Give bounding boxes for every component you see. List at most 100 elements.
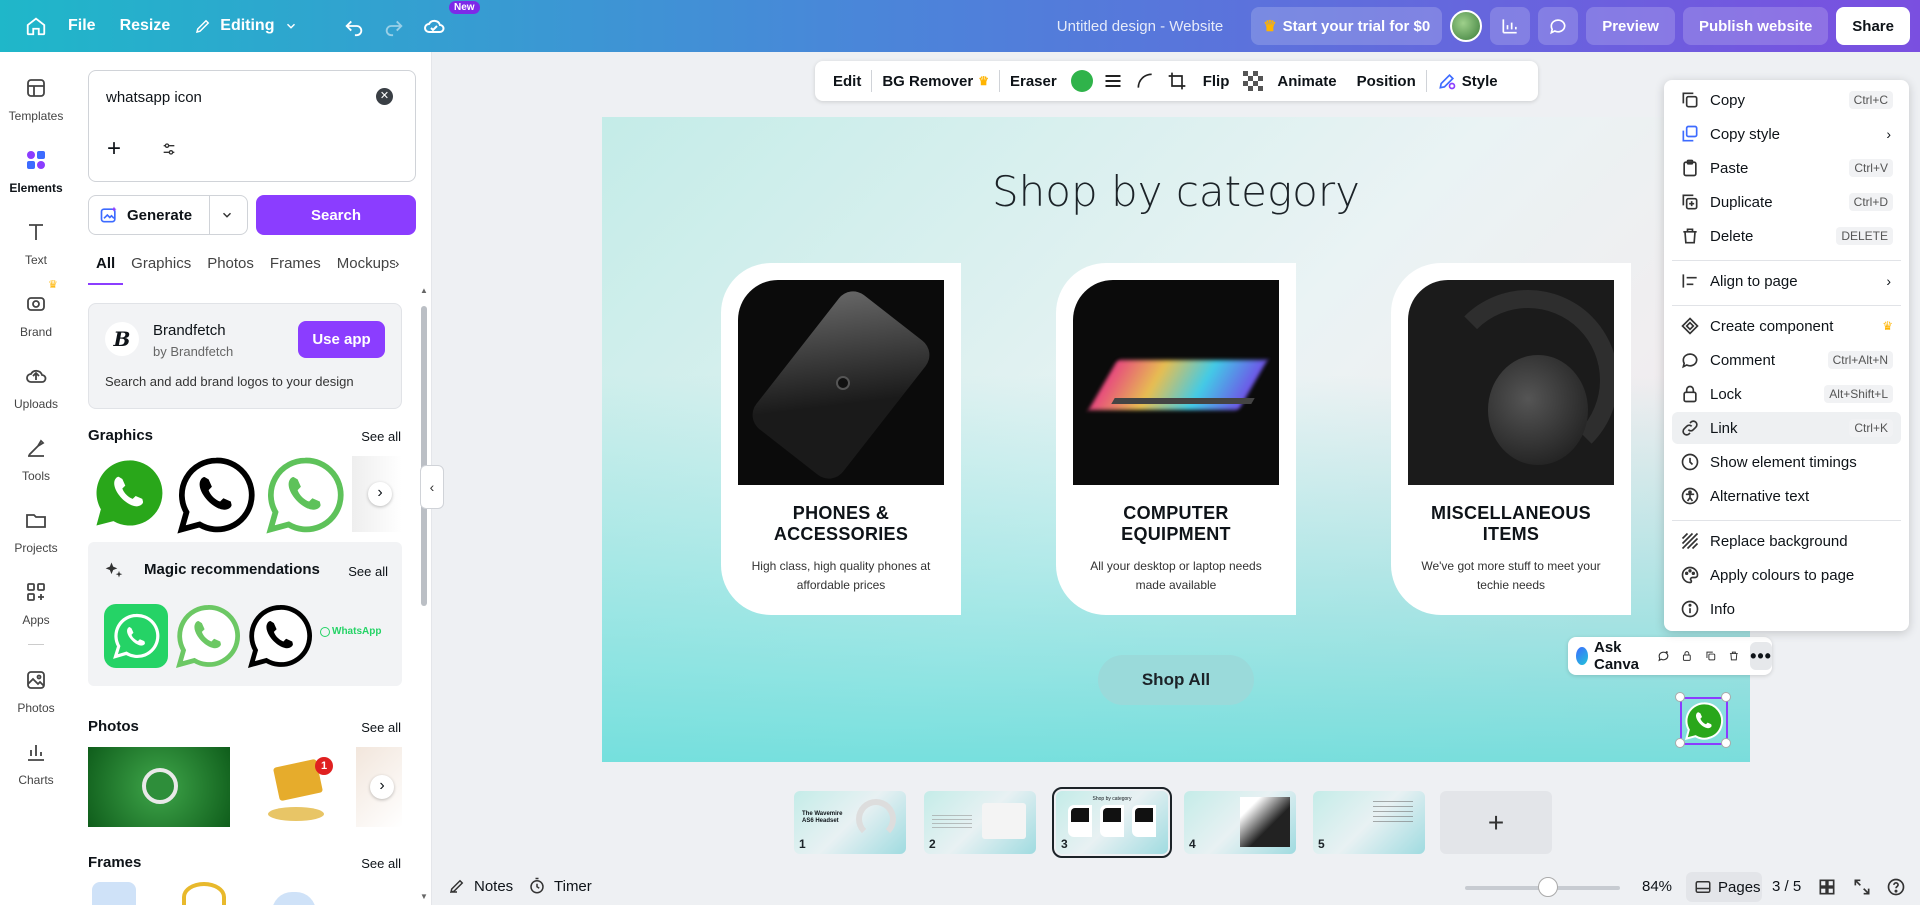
comment-icon[interactable] — [1538, 7, 1579, 45]
page-thumbnail-5[interactable]: 5 — [1313, 791, 1425, 854]
card-description[interactable]: We've got more stuff to meet your techie… — [1411, 557, 1611, 595]
cloud-save-icon[interactable] — [414, 8, 454, 44]
rail-uploads[interactable]: Uploads — [0, 364, 72, 411]
document-title[interactable]: Untitled design - Website — [1057, 18, 1223, 35]
menu-item-copy-style[interactable]: Copy style › — [1672, 118, 1901, 150]
rail-projects[interactable]: Projects — [0, 508, 72, 555]
generate-button[interactable]: Generate — [88, 195, 248, 235]
photos-next-button[interactable]: › — [370, 775, 394, 799]
publish-website-button[interactable]: Publish website — [1682, 7, 1829, 45]
menu-item-replace-background[interactable]: Replace background — [1672, 525, 1901, 557]
brandfetch-card[interactable]: B Brandfetch by Brandfetch Use app Searc… — [88, 303, 402, 409]
menu-item-delete[interactable]: Delete DELETE — [1672, 220, 1901, 252]
menu-item-element-timings[interactable]: Show element timings — [1672, 446, 1901, 478]
graphics-next-button[interactable]: › — [368, 482, 392, 506]
tab-graphics[interactable]: Graphics — [123, 255, 199, 285]
notes-button[interactable]: Notes — [448, 877, 513, 895]
timer-button[interactable]: Timer — [528, 877, 592, 895]
analytics-icon[interactable] — [1490, 7, 1531, 45]
tab-photos[interactable]: Photos — [199, 255, 262, 285]
whatsapp-recommendation-2[interactable] — [174, 602, 242, 670]
rail-photos[interactable]: Photos — [0, 668, 72, 715]
position-button[interactable]: Position — [1347, 61, 1426, 101]
add-comment-icon[interactable] — [1657, 646, 1670, 666]
shop-all-button[interactable]: Shop All — [1098, 655, 1254, 705]
menu-item-apply-colours[interactable]: Apply colours to page — [1672, 559, 1901, 591]
rail-tools[interactable]: Tools — [0, 436, 72, 483]
menu-item-link[interactable]: Link Ctrl+K — [1672, 412, 1901, 444]
eraser-button[interactable]: Eraser — [1000, 61, 1067, 101]
photos-see-all-link[interactable]: See all — [361, 720, 401, 735]
rail-brand[interactable]: Brand ♛ — [0, 279, 72, 339]
avatar[interactable] — [1450, 10, 1483, 42]
rail-elements[interactable]: Elements — [0, 148, 72, 195]
file-menu[interactable]: File — [56, 8, 108, 44]
resize-handle[interactable] — [1675, 692, 1685, 702]
frame-item-2[interactable] — [182, 882, 226, 905]
preview-button[interactable]: Preview — [1586, 7, 1675, 45]
category-card-misc[interactable]: MISCELLANEOUS ITEMS We've got more stuff… — [1391, 263, 1631, 615]
menu-item-paste[interactable]: Paste Ctrl+V — [1672, 152, 1901, 184]
color-swatch-button[interactable] — [1067, 61, 1097, 101]
help-icon[interactable] — [1886, 877, 1906, 897]
search-button[interactable]: Search — [256, 195, 416, 235]
trash-icon[interactable] — [1728, 647, 1740, 665]
animate-button[interactable]: Animate — [1267, 61, 1346, 101]
duplicate-icon[interactable] — [1705, 647, 1717, 665]
magic-see-all-link[interactable]: See all — [348, 564, 388, 579]
menu-item-create-component[interactable]: Create component ♛ — [1672, 310, 1901, 342]
card-title[interactable]: COMPUTER EQUIPMENT — [1066, 503, 1286, 545]
style-button[interactable]: Style — [1427, 61, 1508, 101]
whatsapp-graphic-outline-green[interactable] — [264, 454, 346, 536]
clear-search-icon[interactable]: ✕ — [376, 88, 393, 105]
share-button[interactable]: Share — [1836, 7, 1910, 45]
trial-button[interactable]: ♛ Start your trial for $0 — [1251, 7, 1443, 45]
corner-rounding-icon[interactable] — [1129, 61, 1161, 101]
pages-button[interactable]: Pages — [1686, 872, 1762, 902]
whatsapp-graphic-black[interactable] — [175, 454, 257, 536]
phone-photo[interactable] — [738, 280, 944, 485]
resize-handle[interactable] — [1721, 692, 1731, 702]
crop-icon[interactable] — [1161, 61, 1193, 101]
redo-icon[interactable] — [374, 8, 414, 44]
whatsapp-wordmark[interactable]: WhatsApp — [320, 626, 381, 637]
search-input[interactable]: whatsapp icon ✕ + — [88, 70, 416, 182]
more-options-icon[interactable]: ••• — [1750, 642, 1772, 670]
laptop-photo[interactable] — [1073, 280, 1279, 485]
undo-icon[interactable] — [334, 8, 374, 44]
border-style-icon[interactable] — [1097, 61, 1129, 101]
page-thumbnail-4[interactable]: 4 — [1184, 791, 1296, 854]
scroll-up-arrow[interactable]: ▲ — [420, 286, 428, 295]
chevron-right-icon[interactable]: › — [395, 255, 400, 285]
use-app-button[interactable]: Use app — [298, 321, 385, 358]
category-card-computer[interactable]: COMPUTER EQUIPMENT All your desktop or l… — [1056, 263, 1296, 615]
menu-item-align-to-page[interactable]: Align to page › — [1672, 265, 1901, 297]
menu-item-info[interactable]: Info — [1672, 593, 1901, 625]
rail-charts[interactable]: Charts — [0, 740, 72, 787]
card-title[interactable]: PHONES & ACCESSORIES — [731, 503, 951, 545]
zoom-slider-handle[interactable] — [1538, 877, 1558, 897]
graphics-see-all-link[interactable]: See all — [361, 429, 401, 444]
tab-all[interactable]: All — [88, 255, 124, 285]
frame-item-1[interactable] — [92, 882, 136, 905]
photo-envelope[interactable]: 1 — [238, 747, 348, 827]
rail-apps[interactable]: Apps — [0, 580, 72, 627]
rail-templates[interactable]: Templates — [0, 76, 72, 123]
grid-view-icon[interactable] — [1817, 877, 1837, 897]
menu-item-alt-text[interactable]: Alternative text — [1672, 480, 1901, 512]
edit-button[interactable]: Edit — [823, 61, 871, 101]
rail-text[interactable]: Text — [0, 220, 72, 267]
ask-canva-button[interactable]: Ask Canva — [1568, 639, 1653, 673]
scroll-down-arrow[interactable]: ▼ — [420, 892, 428, 901]
whatsapp-graphic-green[interactable] — [92, 456, 166, 530]
transparency-icon[interactable] — [1239, 61, 1267, 101]
frames-see-all-link[interactable]: See all — [361, 856, 401, 871]
canvas-title[interactable]: Shop by category — [602, 167, 1750, 216]
category-card-phones[interactable]: PHONES & ACCESSORIES High class, high qu… — [721, 263, 961, 615]
filter-icon[interactable] — [161, 141, 177, 157]
frame-item-3[interactable] — [272, 892, 316, 905]
page-thumbnail-2[interactable]: 2 — [924, 791, 1036, 854]
whatsapp-recommendation-1[interactable] — [104, 604, 168, 668]
page-thumbnail-1[interactable]: The Wavemire AS6 Headset 1 — [794, 791, 906, 854]
resize-handle[interactable] — [1721, 738, 1731, 748]
